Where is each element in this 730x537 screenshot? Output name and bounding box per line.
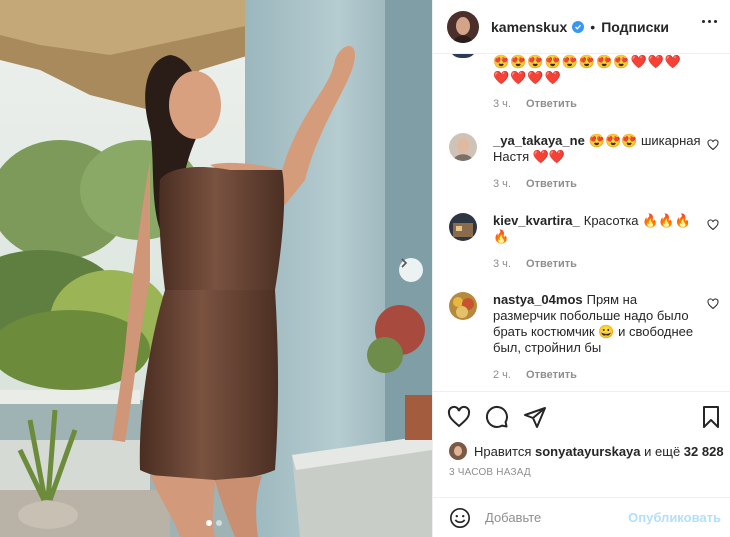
post-photo[interactable] [0, 0, 432, 537]
comment-item: nastya_04mos Прям на размерчик побольше н… [449, 292, 719, 387]
share-paper-plane-icon[interactable] [523, 405, 547, 429]
comment-meta: 3 ч. Ответить [493, 178, 589, 190]
avatar-image [449, 442, 467, 460]
comment-item: _ya_takaya_ne 😍😍😍 шикарная Настя ❤️❤️ 3 ч… [449, 133, 719, 203]
chevron-right-icon [401, 258, 408, 268]
author-username[interactable]: kamenskux [491, 19, 567, 35]
like-comment-heart-icon[interactable] [707, 219, 719, 231]
comment-avatar[interactable] [449, 213, 477, 241]
likes-middle: и ещё [644, 443, 681, 459]
verified-badge-icon [572, 20, 585, 33]
reply-button[interactable]: Ответить [526, 369, 577, 381]
header-separator: • [590, 18, 596, 35]
comment-bubble-icon[interactable] [485, 405, 509, 429]
comments-list: 😍😍😍😍😍😍😍😍❤️❤️❤️ ❤️❤️❤️❤️ 3 ч. Ответить _y… [433, 54, 730, 391]
comment-avatar[interactable] [449, 133, 477, 161]
avatar-image [449, 292, 477, 320]
liker-username[interactable]: sonyatayurskaya [535, 444, 641, 459]
comment-body: nastya_04mos Прям на размерчик побольше н… [493, 292, 703, 356]
publish-button[interactable]: Опубликовать [628, 510, 721, 525]
comment-meta: 3 ч. Ответить [493, 258, 589, 270]
photo-illustration [0, 0, 432, 537]
likes-prefix: Нравится [474, 443, 532, 459]
comment-avatar[interactable] [449, 54, 477, 58]
more-options-icon[interactable] [702, 20, 717, 23]
comment-meta: 3 ч. Ответить [493, 98, 589, 110]
carousel-dot [216, 520, 222, 526]
like-heart-icon[interactable] [447, 405, 471, 429]
checkmark-icon [575, 24, 582, 30]
comment-username[interactable]: _ya_takaya_ne [493, 133, 585, 148]
comment-time: 3 ч. [493, 98, 511, 110]
likes-count[interactable]: 32 828 [684, 444, 724, 459]
comment-text: 😍😍😍😍😍😍😍😍❤️❤️❤️ [493, 54, 683, 69]
comment-time: 3 ч. [493, 258, 511, 270]
comment-time: 2 ч. [493, 369, 511, 381]
like-comment-heart-icon[interactable] [707, 298, 719, 310]
comment-username[interactable]: kiev_kvartira_ [493, 213, 580, 228]
comment-body: _ya_takaya_ne 😍😍😍 шикарная Настя ❤️❤️ [493, 133, 703, 165]
reply-button[interactable]: Ответить [526, 178, 577, 190]
post-side-panel: kamenskux • Подписки 😍😍😍😍😍😍😍😍❤️❤️❤️ ❤️❤️… [432, 0, 730, 537]
comment-avatar[interactable] [449, 292, 477, 320]
comment-item: kiev_kvartira_ Красотка 🔥🔥🔥🔥 3 ч. Ответит… [449, 213, 719, 283]
avatar-image [449, 213, 477, 241]
instagram-post: kamenskux • Подписки 😍😍😍😍😍😍😍😍❤️❤️❤️ ❤️❤️… [0, 0, 730, 537]
post-header: kamenskux • Подписки [433, 0, 730, 54]
add-comment-input[interactable] [485, 510, 625, 525]
post-timestamp[interactable]: 3 ЧАСОВ НАЗАД [449, 467, 531, 478]
comment-time: 3 ч. [493, 178, 511, 190]
next-slide-button[interactable] [399, 258, 423, 282]
save-bookmark-icon[interactable] [701, 405, 721, 429]
like-comment-heart-icon[interactable] [707, 139, 719, 151]
carousel-indicator [206, 520, 222, 526]
reply-button[interactable]: Ответить [526, 98, 577, 110]
add-comment-bar: Опубликовать [433, 497, 730, 537]
avatar-image [447, 10, 479, 43]
likes-summary: Нравится sonyatayurskaya и ещё 32 828 [449, 442, 724, 460]
comment-text: ❤️❤️❤️❤️ [493, 70, 562, 85]
avatar-image [449, 133, 477, 161]
liker-avatar[interactable] [449, 442, 467, 460]
comment-meta: 2 ч. Ответить [493, 369, 589, 381]
following-button[interactable]: Подписки [601, 19, 669, 35]
carousel-dot-active [206, 520, 212, 526]
reply-button[interactable]: Ответить [526, 258, 577, 270]
post-actions-bar [433, 391, 730, 441]
comment-username[interactable]: nastya_04mos [493, 292, 583, 307]
author-avatar[interactable] [447, 10, 479, 43]
comment-body: kiev_kvartira_ Красотка 🔥🔥🔥🔥 [493, 213, 703, 245]
emoji-smiley-icon[interactable] [449, 507, 471, 529]
